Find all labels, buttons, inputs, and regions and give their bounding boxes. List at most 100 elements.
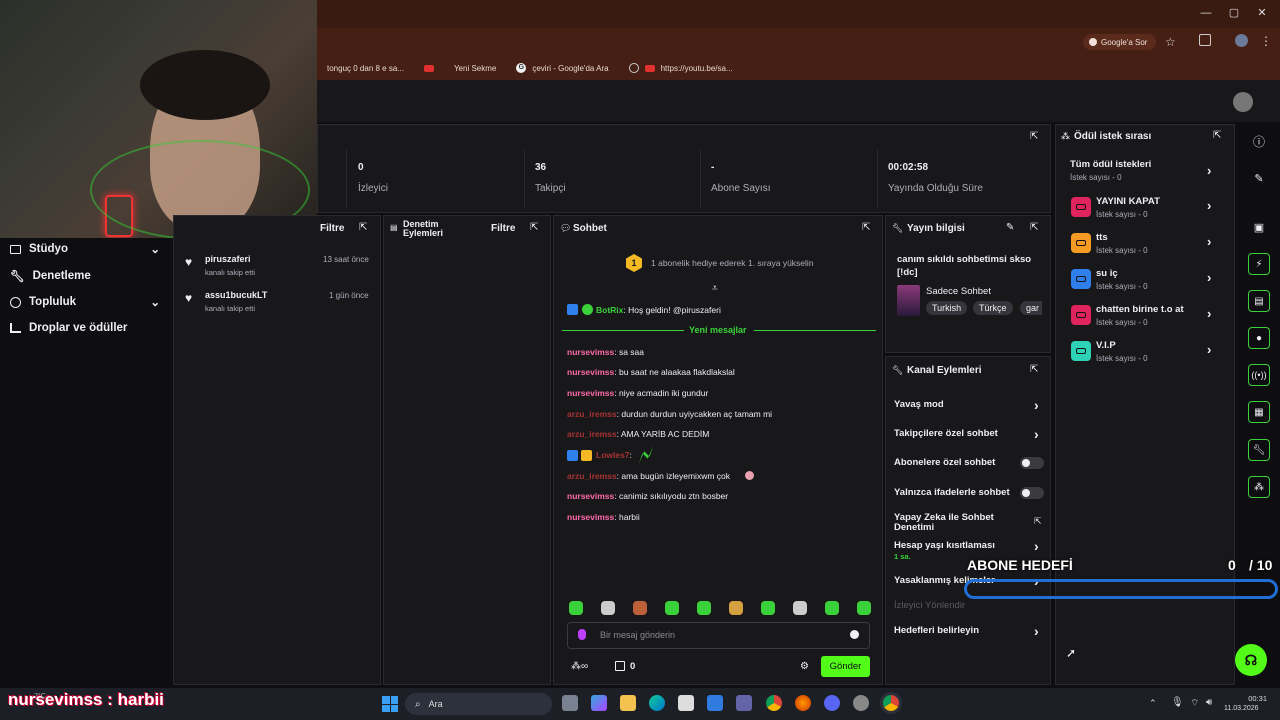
rewards-icon[interactable]: ⁂ <box>1248 476 1270 498</box>
wrench-icon[interactable]: 🔧︎ <box>1248 439 1270 461</box>
bookmark-item[interactable]: https://youtu.be/sa... <box>623 63 739 73</box>
popout-icon[interactable]: ⇱ <box>530 222 538 233</box>
clock-date[interactable]: 11.03.2026 <box>1224 705 1259 712</box>
chat-username[interactable]: arzu_iremss <box>567 429 617 439</box>
reward-item-title[interactable]: tts <box>1096 232 1108 243</box>
channel-action-item[interactable]: Hedefleri belirleyin <box>894 626 1014 636</box>
chevron-right-icon[interactable]: › <box>1207 306 1211 321</box>
chevron-right-icon[interactable]: › <box>1034 623 1039 639</box>
emote-button[interactable] <box>633 601 647 615</box>
chat-username[interactable]: arzu_iremss <box>567 471 617 481</box>
lightning-icon[interactable]: ⚡︎ <box>1248 253 1270 275</box>
edit-icon[interactable]: ✎ <box>1248 167 1270 189</box>
chevron-up-icon[interactable]: ⌃ <box>1149 698 1157 709</box>
reward-item-title[interactable]: V.I.P <box>1096 340 1116 351</box>
sidebar-item-moderation[interactable]: 🔧︎ Denetleme <box>10 269 160 283</box>
chevron-right-icon[interactable]: › <box>1207 270 1211 285</box>
store-icon[interactable] <box>615 661 625 671</box>
emote-button[interactable] <box>729 601 743 615</box>
wifi-icon[interactable]: ⌔ <box>1190 697 1199 710</box>
emote-button[interactable] <box>601 601 615 615</box>
popout-icon[interactable]: ⇱ <box>862 222 870 233</box>
settings-icon[interactable]: ⚙ <box>800 661 809 672</box>
bookmark-item[interactable]: Yeni Sekme <box>418 64 502 73</box>
chat-username[interactable]: nursevimss <box>567 491 614 501</box>
emote-button[interactable] <box>665 601 679 615</box>
popout-icon[interactable]: ⇱ <box>359 222 367 233</box>
reward-item-title[interactable]: chatten birine t.o at <box>1096 304 1184 315</box>
chat-bubble-icon[interactable]: ● <box>1248 327 1270 349</box>
menu-dots-icon[interactable]: ⋮ <box>1260 34 1272 48</box>
channel-action-item[interactable]: Hesap yaşı kısıtlaması <box>894 541 1014 551</box>
edit-icon[interactable]: ✎ <box>1006 222 1014 233</box>
activity-user[interactable]: piruszaferi <box>205 254 251 264</box>
channel-action-item[interactable]: Yapay Zeka ile Sohbet Denetimi <box>894 513 1014 533</box>
file-explorer-icon[interactable] <box>620 695 636 711</box>
profile-icon[interactable] <box>1235 34 1248 47</box>
chevron-right-icon[interactable]: › <box>1034 397 1039 413</box>
chat-username[interactable]: arzu_iremss <box>567 409 617 419</box>
channel-action-item[interactable]: Yavaş mod <box>894 400 1014 410</box>
store-icon[interactable] <box>678 695 694 711</box>
popout-icon[interactable]: ⇱ <box>1030 131 1038 142</box>
chevron-right-icon[interactable]: › <box>1207 163 1211 178</box>
toggle-switch[interactable] <box>1020 457 1044 469</box>
chrome-active-icon[interactable] <box>883 695 899 711</box>
help-icon[interactable]: ☊ <box>1235 644 1267 676</box>
channel-action-item[interactable]: Abonelere özel sohbet <box>894 458 1014 468</box>
stream-tag[interactable]: Turkish <box>926 301 968 315</box>
chevron-right-icon[interactable]: › <box>1207 342 1211 357</box>
moderation-filter-button[interactable]: Filtre <box>491 223 515 234</box>
google-ask-chip[interactable]: Google'a Sor <box>1083 34 1156 50</box>
emote-button[interactable] <box>569 601 583 615</box>
teams-icon[interactable] <box>736 695 752 711</box>
microphone-tray-icon[interactable]: 🎙︎ <box>1171 697 1184 708</box>
toggle-switch[interactable] <box>1020 487 1044 499</box>
clock-time[interactable]: 00:31 <box>1231 694 1267 703</box>
reward-item-title[interactable]: YAYINI KAPAT <box>1096 196 1160 207</box>
stream-tag[interactable]: Türkçe <box>973 301 1013 315</box>
emoji-picker-icon[interactable] <box>850 630 859 639</box>
chevron-right-icon[interactable]: › <box>1207 198 1211 213</box>
chat-username[interactable]: nursevimss <box>567 367 614 377</box>
chevron-right-icon[interactable]: › <box>1034 538 1039 554</box>
channel-action-item[interactable]: Yalnızca ifadelerle sohbet <box>894 488 1014 498</box>
all-rewards-link[interactable]: Tüm ödül istekleri <box>1070 159 1151 170</box>
activity-user[interactable]: assu1bucukLT <box>205 290 267 300</box>
chevron-right-icon[interactable]: › <box>1207 234 1211 249</box>
chevron-right-icon[interactable]: › <box>1034 426 1039 442</box>
chat-username[interactable]: BotRix <box>596 305 623 315</box>
minimize-icon[interactable]: — <box>1199 6 1213 20</box>
copilot-icon[interactable] <box>591 695 607 711</box>
sidebar-item-community[interactable]: Topluluk ⌄ <box>10 295 160 309</box>
moderation-icon[interactable]: ▦ <box>1248 401 1270 423</box>
star-icon[interactable]: ☆ <box>1165 35 1176 49</box>
gift-leaderboard-banner[interactable]: 1 abonelik hediye ederek 1. sıraya yükse… <box>651 258 814 268</box>
external-link-icon[interactable]: ⇱ <box>1034 516 1042 527</box>
broadcast-icon[interactable]: ((•)) <box>1248 364 1270 386</box>
bookmark-item[interactable]: Gçeviri - Google'da Ara <box>510 63 614 73</box>
info-icon[interactable]: ⓘ <box>1248 130 1270 152</box>
discord-icon[interactable] <box>824 695 840 711</box>
document-icon[interactable]: ▤ <box>1248 290 1270 312</box>
volume-icon[interactable]: 🔊︎ <box>1206 697 1212 708</box>
emote-button[interactable] <box>857 601 871 615</box>
edge-icon[interactable] <box>649 695 665 711</box>
emote-button[interactable] <box>825 601 839 615</box>
popout-icon[interactable]: ⇱ <box>1030 222 1038 233</box>
obs-icon[interactable] <box>853 695 869 711</box>
windows-start-icon[interactable] <box>382 696 398 712</box>
clip-icon[interactable]: ▣ <box>1248 216 1270 238</box>
maximize-icon[interactable]: ▢ <box>1227 6 1241 20</box>
close-icon[interactable]: ✕ <box>1255 6 1269 20</box>
points-icon[interactable]: ⁂∞ <box>571 661 588 672</box>
stream-tag[interactable]: gar <box>1020 301 1042 315</box>
chat-username[interactable]: Lowles7 <box>596 450 630 460</box>
popout-icon[interactable]: ⇱ <box>1030 364 1038 375</box>
send-button[interactable]: Gönder <box>821 656 870 677</box>
sidebar-item-studio[interactable]: Stüdyo ⌄ <box>10 242 160 256</box>
collapse-icon[interactable]: ⩡ <box>712 283 718 294</box>
extensions-icon[interactable] <box>1199 34 1211 46</box>
emote-button[interactable] <box>697 601 711 615</box>
emote-button[interactable] <box>793 601 807 615</box>
